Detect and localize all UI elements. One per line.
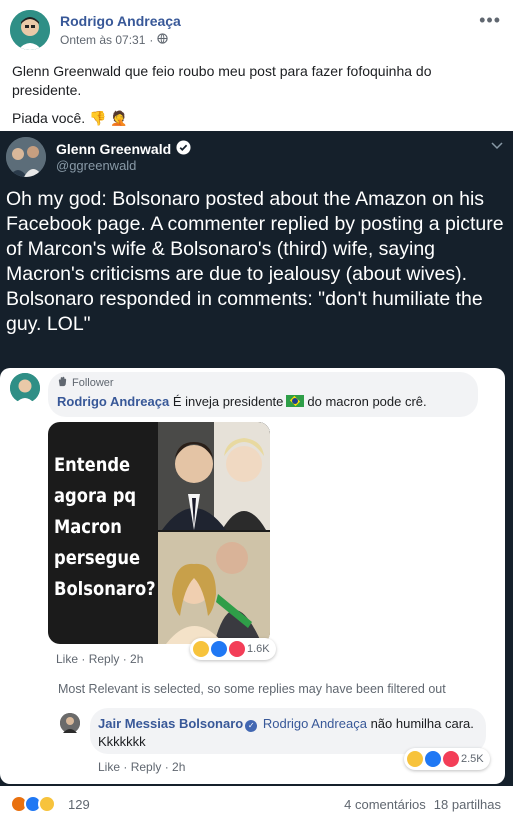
reply-reaction-count: 2.5K bbox=[461, 753, 484, 765]
post-footer: 129 4 comentários 18 partilhas bbox=[0, 786, 513, 823]
reply-mention: Rodrigo Andreaça bbox=[262, 716, 367, 731]
reply-reply-link: Reply bbox=[130, 760, 162, 774]
reply-reactions: 2.5K bbox=[404, 748, 490, 770]
reply-author: Jair Messias Bolsonaro bbox=[98, 716, 244, 731]
post-body-line1: Glenn Greenwald que feio roubo meu post … bbox=[12, 63, 432, 98]
wave-hand-icon bbox=[57, 376, 68, 390]
more-options-icon[interactable]: ••• bbox=[479, 10, 501, 31]
tweet-handle: @ggreenwald bbox=[56, 158, 137, 173]
comment1-actions: Like · Reply · 2h bbox=[56, 652, 143, 666]
macron-photo bbox=[158, 422, 270, 530]
comment1-action-sep: · bbox=[78, 652, 89, 666]
meme-image: Entende agora pq Macron persegue Bolsona… bbox=[48, 422, 270, 644]
haha-reaction-icon bbox=[38, 795, 56, 813]
love-reaction-icon bbox=[443, 751, 459, 767]
post-meta: Ontem às 07:31 · bbox=[60, 33, 169, 47]
globe-icon[interactable] bbox=[157, 33, 169, 47]
chevron-down-icon bbox=[491, 139, 503, 153]
comments-count-link[interactable]: 4 comentários bbox=[344, 797, 426, 812]
post-reactions[interactable] bbox=[10, 795, 56, 813]
post-author-name[interactable]: Rodrigo Andreaça bbox=[60, 13, 181, 29]
brazil-flag-icon bbox=[286, 395, 305, 407]
reply-text: Jair Messias Bolsonaro ✓ Rodrigo Andreaça… bbox=[98, 715, 478, 751]
reply-action-sep: · bbox=[120, 760, 131, 774]
meme-caption: Entende agora pq Macron persegue Bolsona… bbox=[54, 454, 156, 600]
comment1-like-link: Like bbox=[56, 652, 79, 666]
tweet-author-name: Glenn Greenwald bbox=[56, 140, 191, 158]
post-stats: 4 comentários 18 partilhas bbox=[344, 797, 501, 812]
comment1-reaction-count: 1.6K bbox=[247, 643, 270, 655]
like-reaction-icon bbox=[211, 641, 227, 657]
comment1-action-sep-2: · bbox=[119, 652, 131, 666]
follower-label: Follower bbox=[72, 377, 114, 389]
author-avatar[interactable] bbox=[10, 10, 50, 50]
follower-badge: Follower bbox=[57, 376, 114, 390]
tweet-author-name-text: Glenn Greenwald bbox=[56, 141, 172, 157]
comment1-text-b: do macron pode crê. bbox=[307, 394, 427, 409]
thumbs-down-facepalm-emoji: 👎 🤦 bbox=[89, 110, 128, 126]
tweet-image[interactable]: Glenn Greenwald @ggreenwald Oh my god: B… bbox=[0, 131, 513, 786]
meta-separator: · bbox=[149, 33, 154, 47]
post-timestamp[interactable]: Ontem às 07:31 bbox=[60, 33, 145, 47]
tweet-text: Oh my god: Bolsonaro posted about the Am… bbox=[6, 188, 504, 335]
post-header: Rodrigo Andreaça Ontem às 07:31 · ••• bbox=[0, 0, 513, 58]
haha-reaction-icon bbox=[193, 641, 209, 657]
commenter-avatar bbox=[10, 373, 40, 403]
reply-actions: Like · Reply · 2h bbox=[98, 760, 185, 774]
like-reaction-icon bbox=[425, 751, 441, 767]
filter-note: Most Relevant is selected, so some repli… bbox=[58, 682, 446, 696]
comment1-reactions: 1.6K bbox=[190, 638, 276, 660]
comment1-age: 2h bbox=[130, 652, 144, 666]
tweet-avatar bbox=[6, 137, 46, 177]
reply-action-sep-2: · bbox=[161, 760, 173, 774]
comment1-author: Rodrigo Andreaça bbox=[57, 394, 170, 409]
post-body-line2: Piada você. 👎 🤦 bbox=[12, 109, 502, 128]
comment1-reply-link: Reply bbox=[88, 652, 120, 666]
reply-like-link: Like bbox=[98, 760, 121, 774]
reaction-count[interactable]: 129 bbox=[68, 797, 90, 812]
comment1-text-a: É inveja presidente bbox=[172, 394, 284, 409]
comment-screenshot: Follower Rodrigo Andreaça É inveja presi… bbox=[0, 368, 505, 784]
haha-reaction-icon bbox=[407, 751, 423, 767]
wives-photo bbox=[158, 532, 270, 644]
shares-count-link[interactable]: 18 partilhas bbox=[434, 797, 501, 812]
verified-badge-icon: ✓ bbox=[245, 720, 258, 732]
love-reaction-icon bbox=[229, 641, 245, 657]
comment1-text: Rodrigo Andreaça É inveja presidente do m… bbox=[57, 394, 427, 409]
reply-author-avatar bbox=[60, 713, 80, 733]
post-body-line2-text: Piada você. bbox=[12, 110, 86, 126]
reply-age: 2h bbox=[172, 760, 186, 774]
post-body: Glenn Greenwald que feio roubo meu post … bbox=[12, 62, 502, 137]
verified-badge-icon bbox=[176, 140, 191, 158]
